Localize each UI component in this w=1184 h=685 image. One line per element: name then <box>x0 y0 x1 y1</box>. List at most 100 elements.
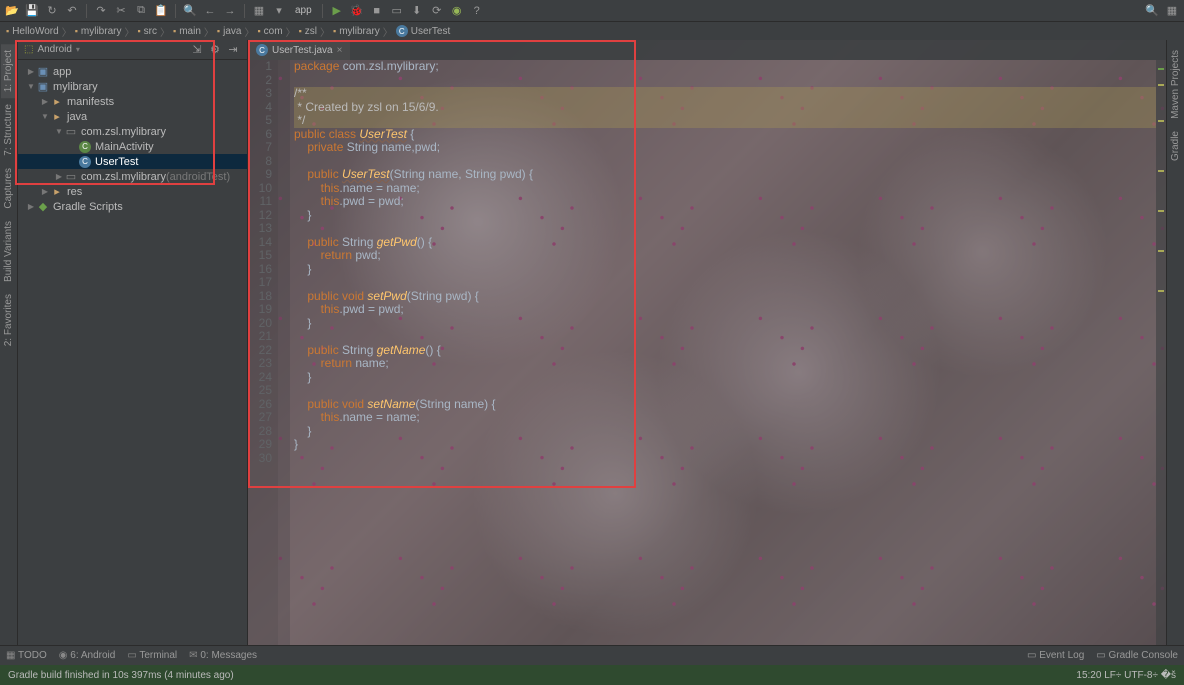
collapse-icon[interactable]: ⇲ <box>189 42 205 58</box>
tree-arrow-icon[interactable]: ▶ <box>54 172 64 181</box>
code-line-7[interactable]: private String name,pwd; <box>294 141 1156 155</box>
tree-item-usertest[interactable]: CUserTest <box>18 154 247 169</box>
bottom-tab-gradleconsole[interactable]: ▭ Gradle Console <box>1096 650 1178 661</box>
code-line-9[interactable]: public UserTest(String name, String pwd)… <box>294 168 1156 182</box>
tree-item-comzslmylibrary[interactable]: ▼▭com.zsl.mylibrary <box>18 124 247 139</box>
gear-icon[interactable]: ⚙ <box>207 42 223 58</box>
bottom-tab-todo[interactable]: ▦ TODO <box>6 650 47 661</box>
tree-arrow-icon[interactable]: ▶ <box>26 67 36 76</box>
copy-icon[interactable]: ⧉ <box>133 3 149 19</box>
code-line-10[interactable]: this.name = name; <box>294 182 1156 196</box>
android-icon[interactable]: ◉ <box>449 3 465 19</box>
left-tab-favorites[interactable]: 2: Favorites <box>1 288 16 352</box>
help-icon[interactable]: ? <box>469 3 485 19</box>
code-line-20[interactable]: } <box>294 317 1156 331</box>
code-line-14[interactable]: public String getPwd() { <box>294 236 1156 250</box>
code-line-24[interactable]: } <box>294 371 1156 385</box>
code-line-30[interactable] <box>294 452 1156 466</box>
tree-item-comzslmylibrary[interactable]: ▶▭com.zsl.mylibrary (androidTest) <box>18 169 247 184</box>
run-config-selector[interactable]: app <box>291 5 316 16</box>
right-tab-mavenprojects[interactable]: Maven Projects <box>1168 44 1183 125</box>
bottom-tab-eventlog[interactable]: ▭ Event Log <box>1027 650 1084 661</box>
code-line-3[interactable]: /** <box>294 87 1156 101</box>
code-line-25[interactable] <box>294 384 1156 398</box>
sdk-icon[interactable]: ⬇ <box>409 3 425 19</box>
tree-item-java[interactable]: ▼▸java <box>18 109 247 124</box>
close-icon[interactable]: × <box>337 45 343 56</box>
project-view-title[interactable]: Android <box>37 44 71 55</box>
folder-open-icon[interactable]: 📂 <box>4 3 20 19</box>
breadcrumb-mylibrary[interactable]: ▪mylibrary <box>75 26 122 37</box>
code-line-23[interactable]: return name; <box>294 357 1156 371</box>
tree-arrow-icon[interactable]: ▼ <box>40 112 50 121</box>
code-line-15[interactable]: return pwd; <box>294 249 1156 263</box>
code-line-11[interactable]: this.pwd = pwd; <box>294 195 1156 209</box>
left-tab-buildvariants[interactable]: Build Variants <box>1 215 16 288</box>
fold-column[interactable] <box>278 60 290 645</box>
right-tab-gradle[interactable]: Gradle <box>1168 125 1183 167</box>
breadcrumb-usertest[interactable]: CUserTest <box>396 25 450 37</box>
menu-icon[interactable]: ▦ <box>1164 3 1180 19</box>
code-line-5[interactable]: */ <box>294 114 1156 128</box>
tree-arrow-icon[interactable]: ▼ <box>54 127 64 136</box>
code-line-28[interactable]: } <box>294 425 1156 439</box>
breadcrumb-main[interactable]: ▪main <box>173 26 201 37</box>
sync2-icon[interactable]: ⟳ <box>429 3 445 19</box>
save-icon[interactable]: 💾 <box>24 3 40 19</box>
tree-item-res[interactable]: ▶▸res <box>18 184 247 199</box>
tree-item-mylibrary[interactable]: ▼▣mylibrary <box>18 79 247 94</box>
stop-icon[interactable]: ■ <box>369 3 385 19</box>
code-line-29[interactable]: } <box>294 438 1156 452</box>
error-stripe[interactable] <box>1156 60 1166 645</box>
tree-item-gradlescripts[interactable]: ▶◆Gradle Scripts <box>18 199 247 214</box>
tree-arrow-icon[interactable]: ▼ <box>26 82 36 91</box>
undo-icon[interactable]: ↶ <box>64 3 80 19</box>
tree-arrow-icon[interactable]: ▶ <box>26 202 36 211</box>
code-line-1[interactable]: package com.zsl.mylibrary; <box>294 60 1156 74</box>
code-line-26[interactable]: public void setName(String name) { <box>294 398 1156 412</box>
breadcrumb-helloword[interactable]: ▪HelloWord <box>6 26 59 37</box>
code-line-4[interactable]: * Created by zsl on 15/6/9. <box>294 101 1156 115</box>
code-line-19[interactable]: this.pwd = pwd; <box>294 303 1156 317</box>
breadcrumb-java[interactable]: ▪java <box>217 26 242 37</box>
code-editor[interactable]: package com.zsl.mylibrary; /** * Created … <box>290 60 1156 645</box>
code-line-27[interactable]: this.name = name; <box>294 411 1156 425</box>
breadcrumb-src[interactable]: ▪src <box>137 26 157 37</box>
bottom-tab-android[interactable]: ◉ 6: Android <box>59 650 116 661</box>
editor-tab-usertest[interactable]: C UserTest.java × <box>248 40 350 60</box>
breadcrumb-com[interactable]: ▪com <box>257 26 282 37</box>
breadcrumb-zsl[interactable]: ▪zsl <box>299 26 317 37</box>
build-icon[interactable]: ▦ <box>251 3 267 19</box>
sync-icon[interactable]: ↻ <box>44 3 60 19</box>
breadcrumb-mylibrary[interactable]: ▪mylibrary <box>333 26 380 37</box>
run-icon[interactable]: ▶ <box>329 3 345 19</box>
code-line-18[interactable]: public void setPwd(String pwd) { <box>294 290 1156 304</box>
left-tab-project[interactable]: 1: Project <box>1 44 16 98</box>
left-tab-captures[interactable]: Captures <box>1 162 16 215</box>
code-line-6[interactable]: public class UserTest { <box>294 128 1156 142</box>
code-line-8[interactable] <box>294 155 1156 169</box>
tree-arrow-icon[interactable]: ▶ <box>40 187 50 196</box>
find-icon[interactable]: 🔍 <box>182 3 198 19</box>
avd-icon[interactable]: ▭ <box>389 3 405 19</box>
paste-icon[interactable]: 📋 <box>153 3 169 19</box>
debug-icon[interactable]: 🐞 <box>349 3 365 19</box>
tree-item-app[interactable]: ▶▣app <box>18 64 247 79</box>
run-config-icon[interactable]: ▾ <box>271 3 287 19</box>
tree-item-mainactivity[interactable]: CMainActivity <box>18 139 247 154</box>
tree-arrow-icon[interactable]: ▶ <box>40 97 50 106</box>
code-line-22[interactable]: public String getName() { <box>294 344 1156 358</box>
left-tab-structure[interactable]: 7: Structure <box>1 98 16 162</box>
code-line-13[interactable] <box>294 222 1156 236</box>
tree-item-manifests[interactable]: ▶▸manifests <box>18 94 247 109</box>
bottom-tab-messages[interactable]: ✉ 0: Messages <box>189 650 257 661</box>
cut-icon[interactable]: ✂ <box>113 3 129 19</box>
code-line-16[interactable]: } <box>294 263 1156 277</box>
code-line-12[interactable]: } <box>294 209 1156 223</box>
hide-icon[interactable]: ⇥ <box>225 42 241 58</box>
code-line-17[interactable] <box>294 276 1156 290</box>
search-icon[interactable]: 🔍 <box>1144 3 1160 19</box>
bottom-tab-terminal[interactable]: ▭ Terminal <box>127 650 177 661</box>
redo-icon[interactable]: ↷ <box>93 3 109 19</box>
back-icon[interactable]: ← <box>202 3 218 19</box>
